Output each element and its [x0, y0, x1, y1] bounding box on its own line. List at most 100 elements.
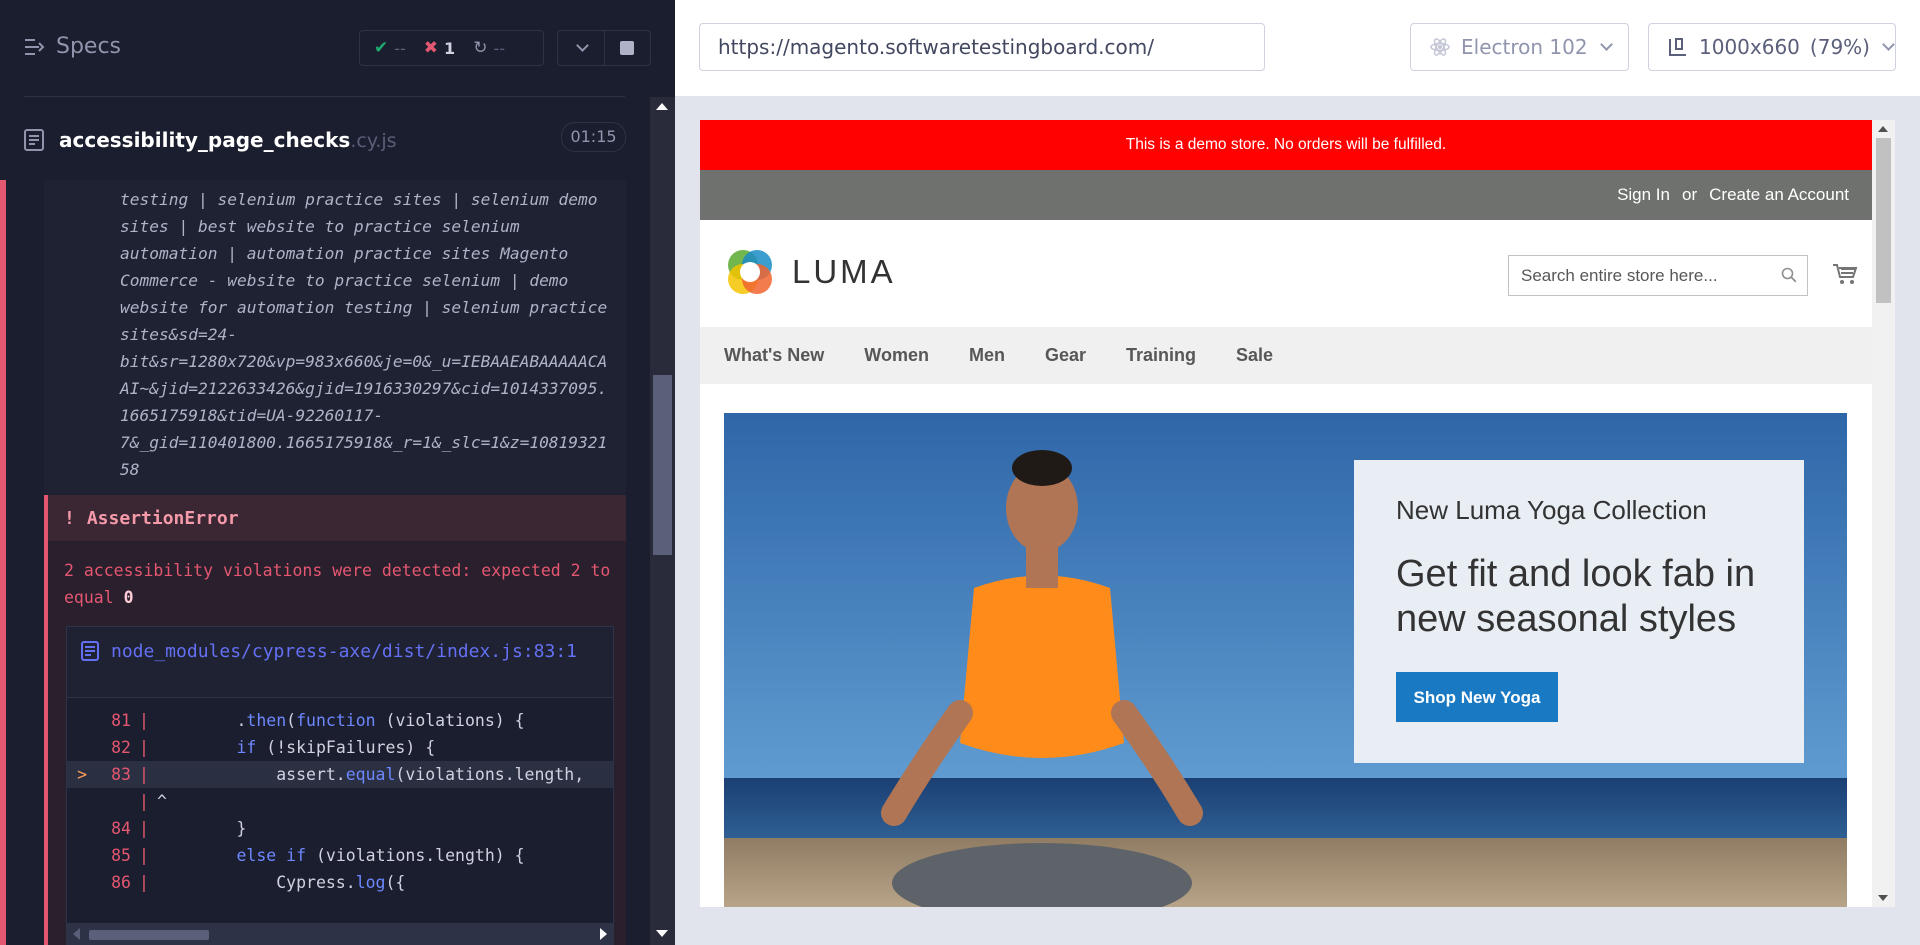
aut-iframe: This is a demo store. No orders will be …	[700, 120, 1895, 907]
line-number: 82	[111, 738, 131, 757]
specs-button[interactable]: Specs	[24, 34, 121, 59]
code-file-header: node_modules/cypress-axe/dist/index.js:8…	[67, 627, 613, 698]
url-bar[interactable]: https://magento.softwaretestingboard.com…	[699, 23, 1265, 71]
spec-name: accessibility_page_checks.cy.js	[59, 128, 397, 152]
or-separator: or	[1682, 185, 1698, 204]
sign-in-link[interactable]: Sign In	[1617, 185, 1670, 205]
electron-icon	[1430, 38, 1450, 56]
code-text: Cypress.log({	[157, 873, 406, 892]
error-type: AssertionError	[86, 507, 239, 529]
log-line: sites | best website to practice seleniu…	[120, 217, 520, 236]
passed-stat: ✔ --	[374, 38, 406, 58]
specs-list-icon	[25, 38, 45, 55]
log-line: sites&sd=24-	[120, 325, 237, 344]
luma-logo[interactable]: LUMA	[724, 246, 896, 298]
spec-extension: .cy.js	[350, 130, 397, 152]
run-controls	[557, 30, 651, 66]
cart-icon[interactable]	[1832, 262, 1858, 286]
error-bang-icon: !	[64, 507, 75, 529]
test-stats: ✔ -- ✖ 1 ↻ --	[359, 30, 544, 66]
test-runnable: testing | selenium practice sites | sele…	[0, 180, 650, 945]
code-file-link[interactable]: node_modules/cypress-axe/dist/index.js:8…	[77, 638, 597, 665]
current-line-marker	[67, 707, 97, 734]
viewport-selector[interactable]: 1000x660 (79%)	[1648, 23, 1896, 71]
stop-button[interactable]	[603, 31, 651, 65]
hero-banner[interactable]: New Luma Yoga Collection Get fit and loo…	[724, 413, 1847, 907]
gutter-bar: |	[139, 711, 149, 730]
viewport-size: 1000x660	[1699, 35, 1800, 59]
scroll-down-arrow-icon[interactable]	[1878, 895, 1888, 901]
browser-selector[interactable]: Electron 102	[1410, 23, 1629, 71]
log-line: bit&sr=1280x720&vp=983x660&je=0&_u=IEBAA…	[120, 352, 608, 371]
code-line: | ^	[67, 788, 613, 815]
file-icon	[24, 129, 44, 151]
chevron-down-icon	[576, 38, 590, 52]
nav-sale[interactable]: Sale	[1236, 345, 1273, 366]
current-line-marker: >	[77, 765, 97, 784]
code-horizontal-scrollbar[interactable]	[67, 923, 613, 945]
nav-whats-new[interactable]: What's New	[724, 345, 824, 366]
chevron-down-icon	[1599, 37, 1613, 51]
code-lines: 81 | .then(function (violations) {82 | if …	[67, 707, 613, 917]
nav-training[interactable]: Training	[1126, 345, 1196, 366]
gutter-bar: |	[139, 738, 149, 757]
collapse-button[interactable]	[558, 31, 604, 65]
nav-gear[interactable]: Gear	[1045, 345, 1086, 366]
nav-men[interactable]: Men	[969, 345, 1005, 366]
line-number	[97, 788, 131, 815]
scrollbar-thumb[interactable]	[653, 375, 672, 555]
nav-women[interactable]: Women	[864, 345, 929, 366]
current-line-marker	[67, 842, 97, 869]
reporter-scrollbar[interactable]	[650, 97, 675, 945]
browser-name: Electron 102	[1461, 35, 1588, 59]
shop-new-yoga-button[interactable]: Shop New Yoga	[1396, 672, 1558, 722]
create-account-link[interactable]: Create an Account	[1709, 185, 1849, 205]
log-line: testing | selenium practice sites | sele…	[120, 190, 598, 209]
demo-notice-banner: This is a demo store. No orders will be …	[700, 120, 1872, 170]
search-placeholder: Search entire store here...	[1521, 266, 1718, 285]
code-text: if (!skipFailures) {	[236, 738, 436, 757]
hero-title: Get fit and look fab in new seasonal sty…	[1396, 553, 1756, 640]
spec-title-row[interactable]: accessibility_page_checks.cy.js 01:15	[0, 120, 650, 160]
store-search-input[interactable]: Search entire store here...	[1508, 255, 1808, 296]
spinner-icon: ↻	[473, 38, 488, 58]
header-links: Sign In or Create an Account	[700, 170, 1872, 220]
scrollbar-thumb[interactable]	[1876, 138, 1891, 303]
failed-stat: ✖ 1	[424, 38, 455, 58]
scroll-up-arrow-icon[interactable]	[656, 103, 668, 110]
error-panel: ! AssertionError 2 accessibility violati…	[44, 495, 626, 945]
scroll-up-arrow-icon[interactable]	[1878, 126, 1888, 132]
code-line: 86 | Cypress.log({	[67, 869, 613, 896]
stop-icon	[620, 41, 635, 55]
current-line-marker	[67, 869, 97, 896]
hero-promo-card: New Luma Yoga Collection Get fit and loo…	[1354, 460, 1804, 763]
scroll-down-arrow-icon[interactable]	[656, 930, 668, 937]
code-line: 82 | if (!skipFailures) {	[67, 734, 613, 761]
line-number: 81	[111, 711, 131, 730]
category-nav: What's New Women Men Gear Training Sale	[700, 327, 1872, 384]
gutter-bar: |	[139, 819, 149, 838]
aut-frame-scrollbar[interactable]	[1872, 120, 1895, 907]
chevron-down-icon	[1882, 37, 1895, 51]
scroll-right-arrow-icon[interactable]	[600, 928, 607, 940]
passed-count: --	[394, 38, 406, 58]
hero-subtitle: New Luma Yoga Collection	[1396, 495, 1707, 525]
code-line: > 83 | assert.equal(violations.length,	[67, 761, 613, 788]
code-line: 81 | .then(function (violations) {	[67, 707, 613, 734]
scrollbar-thumb[interactable]	[89, 930, 209, 940]
ruler-icon	[1669, 38, 1686, 56]
check-icon: ✔	[374, 38, 389, 58]
error-message-value: 0	[123, 588, 134, 607]
error-header[interactable]: ! AssertionError	[48, 495, 626, 541]
store-header: LUMA Search entire store here...	[700, 220, 1872, 327]
scroll-left-arrow-icon[interactable]	[73, 928, 80, 940]
spec-filename: accessibility_page_checks	[59, 128, 351, 152]
code-text: ^	[157, 792, 167, 811]
search-icon[interactable]	[1781, 267, 1797, 283]
aut-header: https://magento.softwaretestingboard.com…	[675, 0, 1920, 96]
error-message-text: 2 accessibility violations were detected…	[64, 561, 611, 607]
header-divider	[24, 96, 625, 97]
pending-stat: ↻ --	[473, 38, 505, 58]
gutter-bar: |	[139, 765, 149, 784]
error-message: 2 accessibility violations were detected…	[64, 557, 624, 611]
